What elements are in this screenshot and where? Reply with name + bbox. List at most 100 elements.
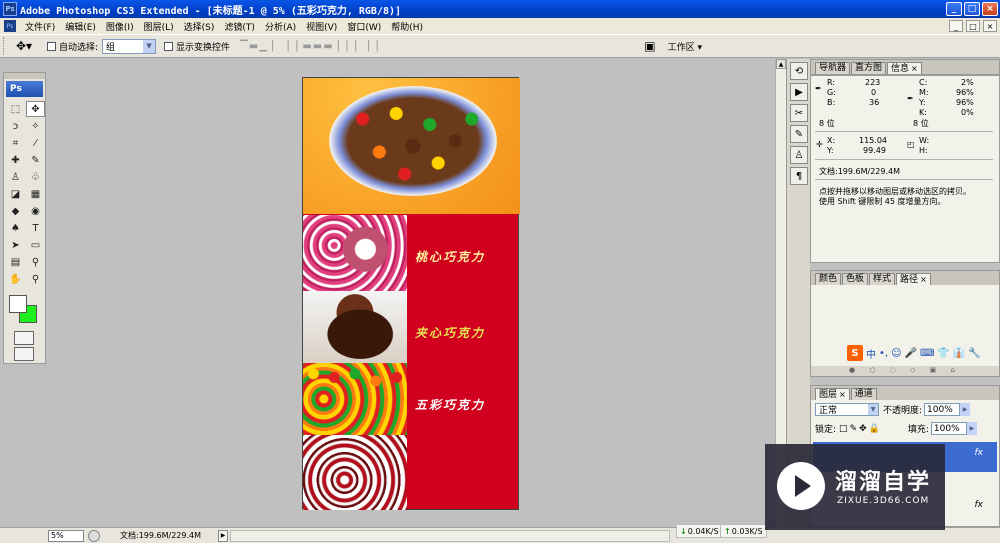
move-tool-preset-icon[interactable]: ✥▾: [9, 39, 39, 53]
auto-select-checkbox[interactable]: [47, 41, 56, 51]
ps-logo[interactable]: Ps: [6, 81, 43, 97]
menu-view[interactable]: 视图(V): [301, 20, 342, 33]
opacity-input[interactable]: 100%: [924, 403, 961, 416]
tab-paths[interactable]: 路径 ×: [896, 273, 931, 285]
menu-filter[interactable]: 滤镜(T): [219, 20, 260, 33]
wrench-icon[interactable]: 🔧: [968, 348, 980, 359]
crop-tool-icon[interactable]: ⌗: [6, 135, 25, 151]
foreground-color-swatch[interactable]: [9, 295, 27, 313]
tab-info[interactable]: 信息 ×: [887, 62, 922, 74]
opacity-label: 不透明度:: [883, 406, 923, 416]
shape-tool-icon[interactable]: ▭: [26, 237, 45, 253]
minimize-button[interactable]: _: [946, 2, 962, 16]
zoom-tool-icon[interactable]: ⚲: [26, 271, 45, 287]
slice-tool-icon[interactable]: ⁄: [26, 135, 45, 151]
doc-minimize-button[interactable]: _: [949, 20, 963, 32]
clone-stamp-icon[interactable]: ♙: [6, 169, 25, 185]
tab-swatches[interactable]: 色板: [842, 273, 869, 285]
doc-restore-button[interactable]: □: [966, 20, 980, 32]
ime-toolbar: S 中 •, ☺ 🎤 ⌨ 👕 👔 🔧: [847, 345, 981, 361]
brush-tool-icon[interactable]: ✎: [26, 152, 45, 168]
move-tool-icon[interactable]: ✥: [26, 101, 45, 117]
blend-mode-dropdown[interactable]: 正常 ▼: [815, 403, 879, 416]
paragraph-panel-icon[interactable]: ¶: [790, 167, 808, 185]
options-grip[interactable]: [3, 37, 6, 55]
menu-analysis[interactable]: 分析(A): [260, 20, 301, 33]
history-brush-icon[interactable]: ♧: [26, 169, 45, 185]
info-panel-header: 导航器 直方图 信息 ×: [810, 59, 1000, 75]
tab-navigator[interactable]: 导航器: [815, 62, 851, 74]
close-icon[interactable]: ×: [911, 64, 918, 73]
close-button[interactable]: ×: [982, 2, 998, 16]
k-value: 0%: [961, 108, 974, 117]
document-icon[interactable]: Ps: [4, 20, 16, 32]
notes-tool-icon[interactable]: ▤: [6, 254, 25, 270]
emoji-icon[interactable]: ☺: [891, 348, 901, 359]
camera-icon[interactable]: ▣: [644, 39, 655, 53]
fill-arrow-icon[interactable]: ▶: [966, 422, 977, 435]
hand-tool-icon[interactable]: ✋: [6, 271, 25, 287]
menu-help[interactable]: 帮助(H): [386, 20, 428, 33]
sogou-ime-icon[interactable]: S: [847, 345, 863, 361]
punctuation-icon[interactable]: •,: [879, 348, 888, 359]
show-transform-checkbox[interactable]: [164, 41, 174, 51]
align-buttons-icon[interactable]: ▔▬▁ ▏▕▕ ▬▬▬ ▏▏▏ ▏▏: [240, 41, 385, 52]
lasso-tool-icon[interactable]: ↄ: [6, 118, 25, 134]
doc-close-button[interactable]: ×: [983, 20, 997, 32]
lock-icons[interactable]: □✎✥🔒: [839, 424, 882, 434]
menu-image[interactable]: 图像(I): [101, 20, 139, 33]
microphone-icon[interactable]: 🎤: [905, 348, 917, 359]
clone-source-icon[interactable]: ♙: [790, 146, 808, 164]
opacity-arrow-icon[interactable]: ▶: [960, 403, 971, 416]
status-menu-arrow-icon[interactable]: ▶: [218, 529, 228, 542]
tab-histogram[interactable]: 直方图: [851, 62, 887, 74]
zoom-level-field[interactable]: 5%: [48, 529, 84, 542]
tool-presets-icon[interactable]: ✂: [790, 104, 808, 122]
play-logo-icon: [777, 462, 825, 510]
dodge-tool-icon[interactable]: ◉: [26, 203, 45, 219]
fill-input[interactable]: 100%: [930, 422, 967, 435]
ime-chinese-mode[interactable]: 中: [866, 346, 876, 361]
document-canvas[interactable]: 桃心巧克力 夹心巧克力 五彩巧克力: [302, 77, 520, 510]
paths-panel-footer-icons[interactable]: ● ○ ◌ ◇ ▣ ⌂: [811, 366, 999, 376]
maximize-button[interactable]: □: [964, 2, 980, 16]
keyboard-icon[interactable]: ⌨: [920, 348, 934, 359]
layer-effects-icon[interactable]: fx: [975, 448, 984, 458]
tab-color[interactable]: 颜色: [815, 273, 842, 285]
options-bar: ✥▾ 自动选择: 组 ▼ 显示变换控件 ▔▬▁ ▏▕▕ ▬▬▬ ▏▏▏ ▏▏ ▣…: [0, 34, 1000, 58]
path-select-icon[interactable]: ➤: [6, 237, 25, 253]
toolbox-header[interactable]: [4, 73, 45, 79]
tab-layers[interactable]: 图层 ×: [815, 388, 850, 400]
menu-select[interactable]: 选择(S): [179, 20, 220, 33]
menu-layer[interactable]: 图层(L): [139, 20, 179, 33]
blur-tool-icon[interactable]: ◆: [6, 203, 25, 219]
menu-window[interactable]: 窗口(W): [342, 20, 386, 33]
shirt-icon[interactable]: 👔: [953, 348, 965, 359]
eraser-tool-icon[interactable]: ◪: [6, 186, 25, 202]
actions-panel-icon[interactable]: ▶: [790, 83, 808, 101]
workspace-menu[interactable]: 工作区 ▾: [668, 40, 702, 53]
gradient-tool-icon[interactable]: ▦: [26, 186, 45, 202]
close-icon[interactable]: ×: [839, 390, 846, 399]
eyedropper-tool-icon[interactable]: ⚲: [26, 254, 45, 270]
auto-select-dropdown[interactable]: 组 ▼: [102, 38, 157, 54]
quick-mask-button[interactable]: [14, 331, 34, 345]
tab-styles[interactable]: 样式: [869, 273, 896, 285]
skin-icon[interactable]: 👕: [937, 348, 949, 359]
type-tool-icon[interactable]: T: [26, 220, 45, 236]
healing-brush-icon[interactable]: ✚: [6, 152, 25, 168]
pen-tool-icon[interactable]: ♠: [6, 220, 25, 236]
magic-wand-tool-icon[interactable]: ✧: [26, 118, 45, 134]
brushes-panel-icon[interactable]: ✎: [790, 125, 808, 143]
menu-file[interactable]: 文件(F): [20, 20, 60, 33]
menu-edit[interactable]: 编辑(E): [60, 20, 101, 33]
status-info-icon[interactable]: [88, 529, 100, 542]
close-icon[interactable]: ×: [920, 275, 927, 284]
history-panel-icon[interactable]: ⟲: [790, 62, 808, 80]
layer-effects-icon[interactable]: fx: [975, 500, 984, 510]
marquee-tool-icon[interactable]: ⬚: [6, 101, 25, 117]
canvas-horizontal-scrollbar[interactable]: [230, 529, 670, 542]
scroll-up-icon[interactable]: ▲: [776, 59, 786, 69]
screen-mode-button[interactable]: [14, 347, 34, 361]
tab-channels[interactable]: 通道: [850, 388, 877, 400]
